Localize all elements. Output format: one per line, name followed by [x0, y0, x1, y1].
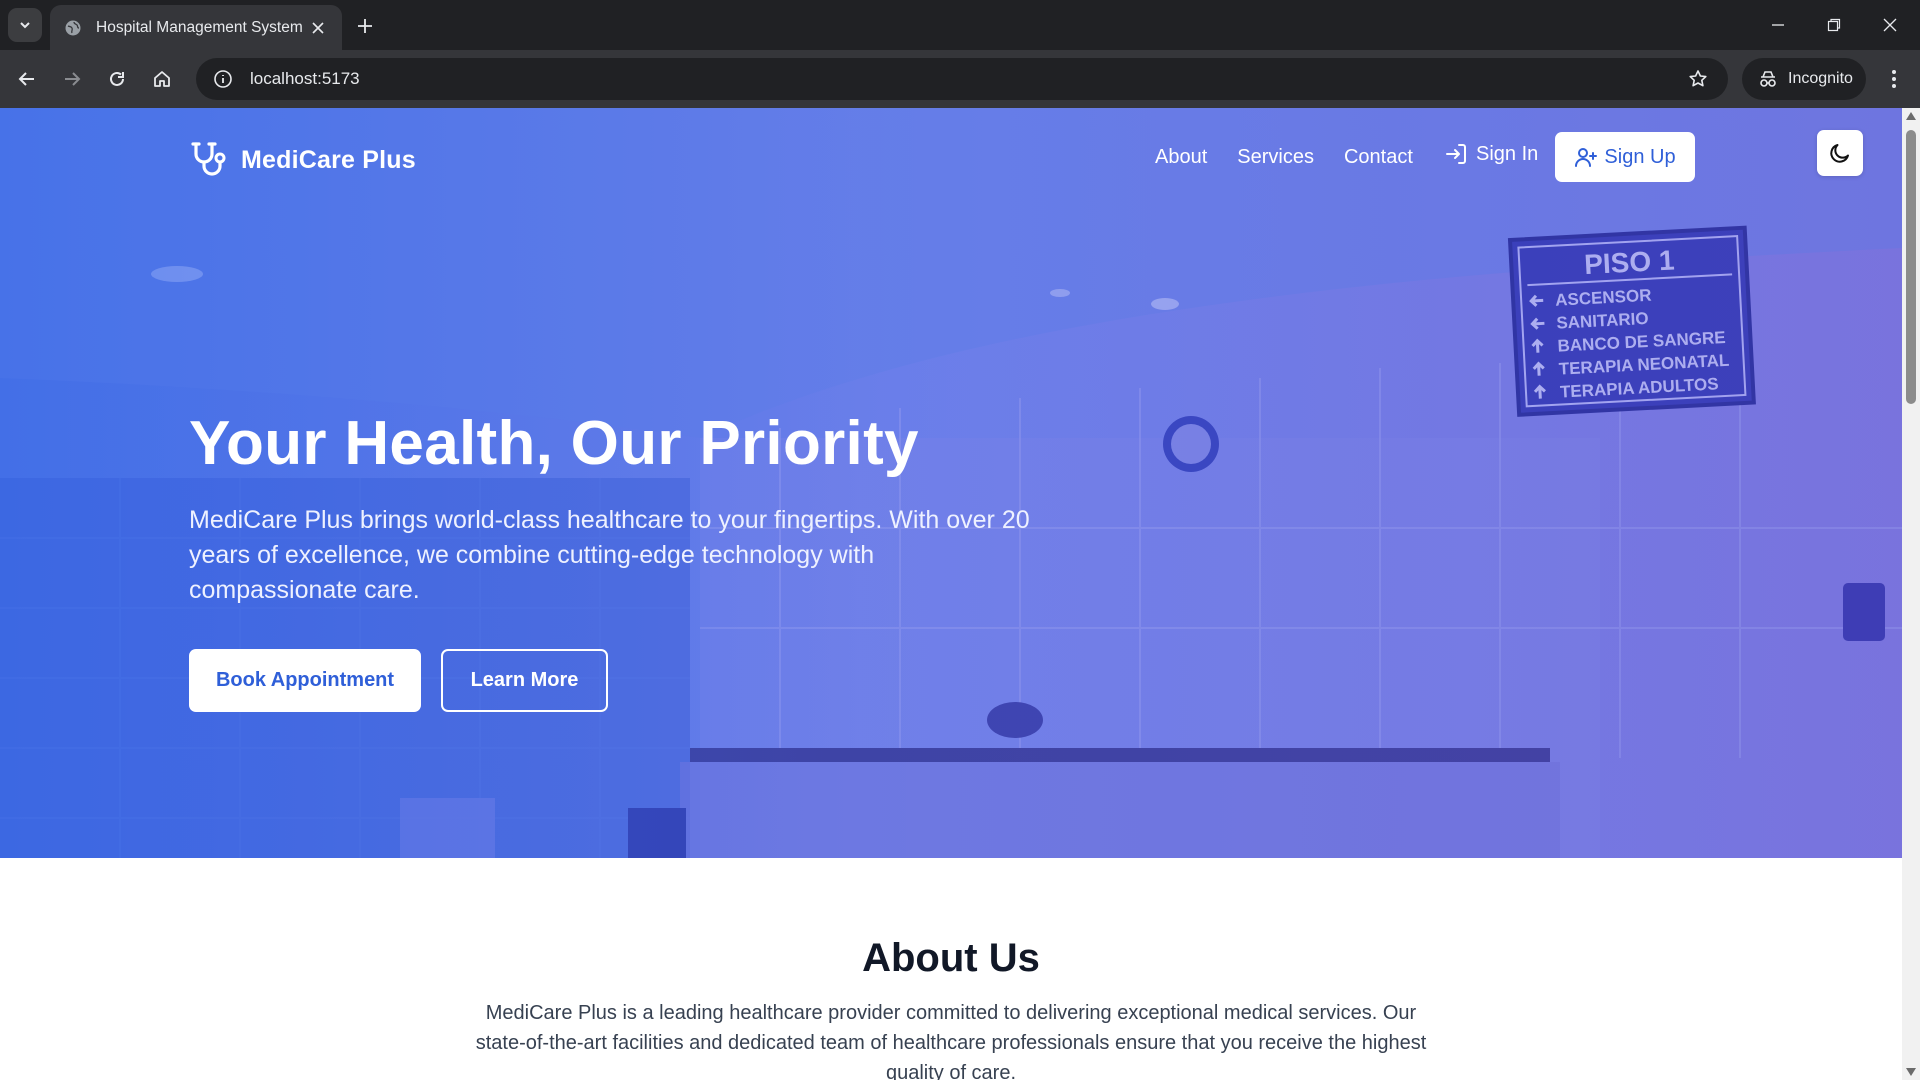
hero-description: MediCare Plus brings world-class healthc… [189, 506, 1030, 604]
stethoscope-icon [189, 140, 229, 180]
home-button[interactable] [145, 62, 179, 96]
nav-link-services[interactable]: Services [1237, 146, 1314, 169]
learn-more-button[interactable]: Learn More [441, 649, 608, 712]
about-heading: About Us [862, 936, 1040, 980]
site-navbar: MediCare Plus About Services Contact Sig… [0, 108, 1902, 208]
sign-up-button[interactable]: Sign Up [1555, 132, 1695, 182]
tab-search-button[interactable] [8, 8, 42, 42]
incognito-indicator[interactable]: Incognito [1742, 58, 1866, 100]
sign-in-label: Sign In [1476, 142, 1539, 165]
incognito-icon [1760, 71, 1776, 87]
hero-title: Your Health, Our Priority [189, 409, 919, 478]
restore-button[interactable] [1806, 0, 1862, 50]
nav-link-contact[interactable]: Contact [1344, 146, 1413, 169]
tab-title: Hospital Management System [96, 18, 303, 36]
url-text[interactable]: localhost:5173 [250, 69, 1686, 89]
incognito-label: Incognito [1788, 70, 1853, 87]
back-button[interactable] [10, 62, 44, 96]
user-plus-icon [1574, 145, 1598, 169]
restore-icon [1827, 18, 1841, 32]
browser-toolbar: localhost:5173 Incognito [0, 50, 1920, 108]
chevron-down-icon [20, 22, 30, 29]
browser-menu-button[interactable] [1878, 62, 1910, 96]
log-in-icon [1444, 142, 1468, 166]
brand-logo-link[interactable]: MediCare Plus [189, 140, 416, 180]
theme-toggle-button[interactable] [1817, 130, 1863, 176]
arrow-left-icon [18, 72, 34, 86]
browser-tabstrip: Hospital Management System [0, 0, 1920, 50]
brand-name: MediCare Plus [241, 145, 416, 174]
close-tab-icon[interactable] [308, 18, 328, 38]
browser-tab[interactable]: Hospital Management System [50, 5, 342, 50]
home-icon [154, 71, 170, 87]
page-viewport: PISO 1 ASCENSORSANITARIOBANCO DE SANGRET… [0, 108, 1902, 1080]
reload-button[interactable] [100, 62, 134, 96]
address-bar[interactable]: localhost:5173 [196, 58, 1728, 100]
nav-links: About Services Contact [1155, 146, 1443, 169]
globe-icon [64, 19, 82, 37]
scrollbar-thumb[interactable] [1906, 130, 1916, 404]
scroll-down-arrow[interactable] [1906, 1068, 1916, 1076]
bookmark-star-icon[interactable] [1686, 67, 1710, 91]
hero-overlay [0, 108, 1902, 858]
arrow-right-icon [65, 72, 81, 86]
sign-up-label: Sign Up [1604, 145, 1676, 168]
nav-link-about[interactable]: About [1155, 146, 1207, 169]
minimize-button[interactable] [1750, 0, 1806, 50]
about-body: MediCare Plus is a leading healthcare pr… [475, 1002, 1427, 1080]
page-scrollbar[interactable] [1902, 108, 1920, 1080]
plus-icon [358, 19, 372, 33]
minimize-icon [1772, 24, 1784, 26]
sign-in-link[interactable]: Sign In [1444, 142, 1538, 166]
book-appointment-button[interactable]: Book Appointment [189, 649, 421, 712]
close-window-button[interactable] [1862, 0, 1918, 50]
site-info-icon[interactable] [212, 68, 234, 90]
close-icon [1883, 18, 1897, 32]
reload-icon [110, 71, 124, 86]
scroll-up-arrow[interactable] [1906, 112, 1916, 120]
hero-section: PISO 1 ASCENSORSANITARIOBANCO DE SANGRET… [0, 108, 1902, 858]
more-vertical-icon [1892, 70, 1896, 88]
new-tab-button[interactable] [352, 13, 378, 39]
moon-icon [1830, 144, 1849, 163]
forward-button[interactable] [55, 62, 89, 96]
